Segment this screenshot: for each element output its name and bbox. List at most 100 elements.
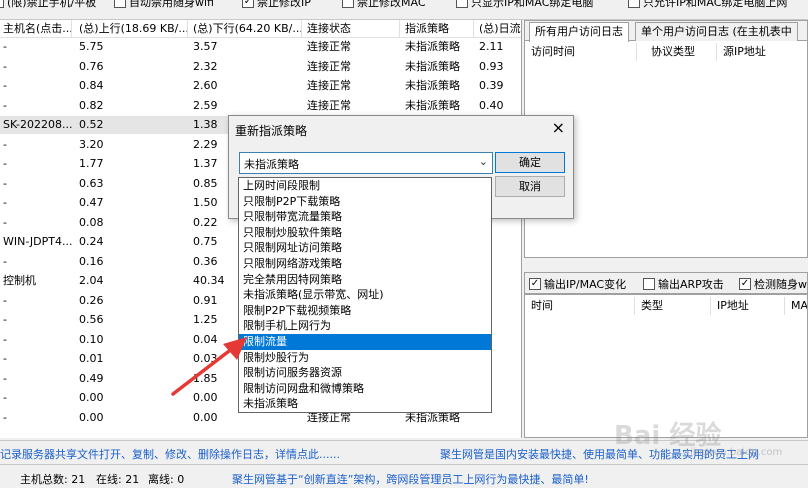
col-policy[interactable]: 指派策略	[402, 20, 474, 38]
tab-all-users-log[interactable]: 所有用户访问日志	[529, 22, 629, 42]
col-status[interactable]: 连接状态	[304, 20, 400, 38]
option-block-phone[interactable]: (限)禁止手机/平板	[0, 0, 96, 11]
table-row[interactable]: - 0.84 2.60 连接正常 未指派策略 0.39	[0, 77, 521, 95]
checkbox-checked[interactable]: ✓	[739, 278, 751, 290]
table-cell: 连接正常	[307, 79, 351, 92]
table-cell: 0.26	[79, 293, 104, 307]
col-source-ip[interactable]: 源IP地址	[717, 43, 807, 61]
option-output-ipmac[interactable]: ✓ 输出IP/MAC变化	[529, 276, 626, 292]
hosts-total: 主机总数: 21	[20, 473, 86, 486]
checkbox-checked[interactable]: ✓	[529, 278, 541, 290]
col-access-time[interactable]: 访问时间	[525, 43, 637, 61]
log-info-link[interactable]: 记录服务器共享文件打开、复制、修改、删除操作日志，详情点此......	[0, 446, 340, 462]
table-cell: -	[3, 313, 7, 326]
dropdown-option[interactable]: 限制手机上网行为	[239, 318, 491, 334]
checkbox[interactable]	[114, 0, 126, 8]
table-cell: 3.20	[79, 137, 104, 151]
col-download[interactable]: (总)下行(64.20 KB/...	[190, 20, 302, 38]
dropdown-option[interactable]: 上网时间段限制	[239, 178, 491, 194]
col-ip[interactable]: IP地址	[711, 297, 785, 315]
dropdown-option[interactable]: 只限制网址访问策略	[239, 240, 491, 256]
col-time[interactable]: 时间	[525, 297, 635, 315]
table-cell: 控制机	[3, 274, 36, 287]
table-cell: -	[3, 293, 7, 307]
option-disable-wifi[interactable]: 自动禁用随身wifi	[114, 0, 214, 11]
option-label: 自动禁用随身wifi	[129, 0, 214, 9]
col-protocol[interactable]: 协议类型	[645, 43, 717, 61]
policy-select[interactable]: 未指派策略 ⌄	[239, 152, 493, 174]
table-cell: 0.63	[79, 176, 104, 190]
table-cell: -	[3, 352, 7, 365]
table-cell: 0.93	[479, 59, 504, 73]
policy-dropdown-list: 上网时间段限制 只限制P2P下载策略 只限制带宽流量策略 只限制炒股软件策略 只限制网址…	[238, 177, 492, 413]
table-cell: -	[3, 196, 7, 209]
cancel-button[interactable]: 取消	[495, 176, 565, 197]
table-cell: 0.16	[79, 254, 104, 268]
table-cell: -	[3, 332, 7, 346]
dropdown-option[interactable]: 完全禁用因特网策略	[239, 272, 491, 288]
table-cell: -	[3, 79, 7, 92]
checkbox[interactable]	[643, 278, 655, 290]
table-row[interactable]: - 5.75 3.57 连接正常 未指派策略 2.11	[0, 38, 521, 56]
dropdown-option[interactable]: 未指派策略	[239, 396, 491, 412]
table-cell: 0.08	[79, 215, 104, 229]
table-cell: 0.84	[79, 79, 104, 92]
close-icon[interactable]: ×	[552, 118, 565, 138]
table-cell: SK-202208...	[3, 118, 72, 131]
option-label: 只显示IP和MAC绑定电脑	[471, 0, 594, 9]
chevron-down-icon[interactable]: ⌄	[479, 155, 488, 168]
col-daily[interactable]: (总)日流	[476, 20, 521, 38]
dropdown-option[interactable]: 只限制网络游戏策略	[239, 256, 491, 272]
dropdown-option[interactable]: 限制访问服务器资源	[239, 365, 491, 381]
table-cell: 0.47	[79, 196, 104, 209]
policy-select-value: 未指派策略	[244, 158, 299, 171]
dropdown-option[interactable]: 只限制炒股软件策略	[239, 225, 491, 241]
table-cell: 2.11	[479, 40, 504, 53]
checkbox[interactable]	[342, 0, 354, 8]
option-allow-bound[interactable]: 只允许IP和MAC绑定电脑上网	[628, 0, 787, 11]
dropdown-option[interactable]: 只限制P2P下载策略	[239, 194, 491, 210]
table-cell: -	[3, 40, 7, 53]
tab-single-user-log[interactable]: 单个用户访问日志 (在主机表中	[635, 22, 798, 41]
table-row[interactable]: - 0.76 2.32 连接正常 未指派策略 0.93	[0, 58, 521, 76]
table-cell: -	[3, 157, 7, 170]
table-cell: 0.52	[79, 118, 104, 131]
col-hostname[interactable]: 主机名(点击...	[0, 20, 72, 38]
option-block-mac-change[interactable]: 禁止修改MAC	[342, 0, 426, 11]
checkbox[interactable]	[0, 0, 4, 8]
watermark-url: jingyan.baidu.com	[690, 447, 783, 458]
top-options-bar: (限)禁止手机/平板 自动禁用随身wifi ✓ 禁止修改IP 禁止修改MAC 只显…	[0, 0, 808, 20]
option-detect-wifi[interactable]: ✓ 检测随身wi	[739, 276, 807, 292]
col-upload[interactable]: (总)上行(18.69 KB/...	[76, 20, 188, 38]
col-mac[interactable]: MA	[785, 297, 807, 315]
table-cell: -	[3, 391, 7, 404]
option-label: 禁止修改MAC	[357, 0, 426, 9]
table-cell: 未指派策略	[405, 79, 460, 92]
status-bar: 主机总数: 21 在线: 21 离线: 0 聚生网管基于“创新直连”架构，跨网段…	[0, 464, 808, 488]
table-row[interactable]: - 0.82 2.59 连接正常 未指派策略 0.40	[0, 97, 521, 115]
output-options-bar: ✓ 输出IP/MAC变化 输出ARP攻击 ✓ 检测随身wi	[524, 272, 808, 294]
col-type[interactable]: 类型	[635, 297, 711, 315]
table-cell: -	[3, 371, 7, 385]
table-cell: 连接正常	[307, 40, 351, 53]
ok-button[interactable]: 确定	[495, 152, 565, 173]
table-cell: 5.75	[79, 40, 104, 53]
table-cell: 0.56	[79, 313, 104, 326]
dropdown-option[interactable]: 只限制带宽流量策略	[239, 209, 491, 225]
option-block-ip-change[interactable]: ✓ 禁止修改IP	[242, 0, 311, 11]
dropdown-option[interactable]: 限制P2P下载视频策略	[239, 303, 491, 319]
table-cell: 未指派策略	[405, 40, 460, 53]
dropdown-option[interactable]: 限制访问网盘和微博策略	[239, 381, 491, 397]
checkbox-checked[interactable]: ✓	[242, 0, 254, 8]
option-show-bound[interactable]: 只显示IP和MAC绑定电脑	[456, 0, 593, 11]
table-cell: 2.04	[79, 274, 104, 287]
table-cell: 未指派策略	[405, 98, 460, 112]
option-output-arp[interactable]: 输出ARP攻击	[643, 276, 724, 292]
table-cell: -	[3, 410, 7, 424]
dropdown-option[interactable]: 限制炒股行为	[239, 350, 491, 366]
checkbox[interactable]	[628, 0, 640, 8]
dropdown-option[interactable]: 未指派策略(显示带宽、网址)	[239, 287, 491, 303]
dropdown-option[interactable]: 限制流量	[239, 333, 491, 350]
checkbox[interactable]	[456, 0, 468, 8]
table-cell: 2.60	[193, 79, 218, 92]
